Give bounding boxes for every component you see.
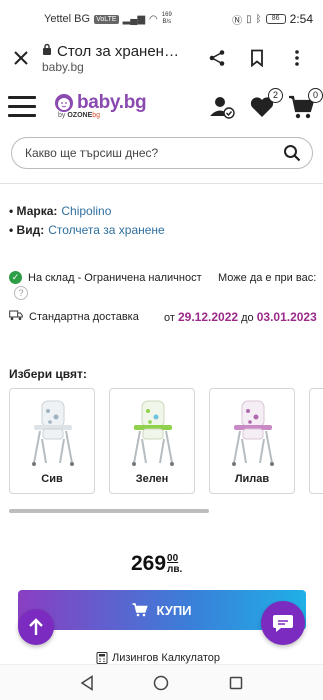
- price-integer: 269: [131, 552, 167, 575]
- price-fraction: 00: [167, 553, 179, 564]
- highchair-green-image: [132, 400, 174, 466]
- back-icon[interactable]: [72, 668, 102, 698]
- lock-icon: [42, 42, 52, 60]
- product-price: 269 00 лв.: [131, 552, 182, 576]
- header-divider: [0, 183, 323, 184]
- chat-icon: [273, 615, 293, 632]
- highchair-grey-image: [32, 400, 74, 466]
- battery-icon: 86: [265, 14, 286, 24]
- color-carousel-scrollbar[interactable]: [9, 509, 209, 513]
- page-url: baby.bg: [42, 60, 84, 74]
- arrow-up-icon: [29, 618, 43, 635]
- spec-brand: • Марка: Chipolino: [9, 204, 111, 218]
- menu-icon[interactable]: [8, 96, 36, 118]
- wishlist-count-badge: 2: [268, 88, 283, 103]
- stock-status-text: На склад - Ограничена наличност: [28, 271, 202, 284]
- baby-face-icon: [55, 94, 73, 112]
- chat-button[interactable]: [261, 601, 305, 645]
- site-header: baby.bg by OZONEbg 2 0: [0, 84, 323, 134]
- leasing-calculator-link[interactable]: Лизингов Калкулатор: [96, 652, 220, 664]
- more-icon[interactable]: [277, 38, 317, 78]
- spec-type-link[interactable]: Столчета за хранене: [48, 223, 165, 237]
- page-title: Стол за хранен…: [57, 42, 179, 60]
- cart-icon[interactable]: 0: [287, 88, 323, 122]
- search-input[interactable]: [25, 146, 282, 160]
- may-be-with-you-text: Може да е при вас:: [218, 271, 317, 284]
- browser-toolbar: Стол за хранен… baby.bg: [0, 38, 323, 78]
- delivery-from-date: 29.12.2022: [177, 310, 239, 324]
- scroll-to-top-button[interactable]: [18, 609, 54, 645]
- leasing-calculator-label: Лизингов Калкулатор: [112, 652, 220, 664]
- delivery-to-date: 03.01.2023: [256, 310, 317, 324]
- cart-count-badge: 0: [308, 88, 323, 103]
- status-bar: Yettel BG VoLTE ▂▄▆ ◠ 169 B/s Ⓝ ▯ ᛒ 86 2:…: [0, 0, 323, 38]
- check-icon: ✓: [9, 271, 22, 284]
- delivery-info: Стандартна доставка от 29.12.2022 до 03.…: [9, 310, 317, 324]
- nfc-icon: Ⓝ: [232, 15, 243, 27]
- vibrate-icon: ▯: [246, 13, 252, 25]
- color-option-green[interactable]: Зелен: [109, 388, 195, 494]
- highchair-purple-image: [232, 400, 274, 466]
- logo-text: baby.bg: [77, 92, 147, 113]
- truck-icon: [9, 310, 23, 324]
- bluetooth-icon: ᛒ: [255, 13, 262, 25]
- site-logo[interactable]: baby.bg by OZONEbg: [54, 92, 147, 119]
- spec-brand-key: • Марка:: [9, 204, 58, 218]
- calculator-icon: [96, 652, 108, 664]
- color-option-label: Сив: [41, 473, 63, 485]
- home-icon[interactable]: [146, 668, 176, 698]
- signal-icon: ▂▄▆: [122, 13, 146, 25]
- network-badge: VoLTE: [94, 14, 119, 24]
- network-speed: 169 B/s: [161, 12, 172, 25]
- clock: 2:54: [289, 12, 313, 26]
- delivery-dates: от 29.12.2022 до 03.01.2023: [164, 310, 317, 324]
- carrier-name: Yettel BG: [44, 13, 91, 25]
- delivery-label: Стандартна доставка: [29, 311, 139, 323]
- spec-brand-link[interactable]: Chipolino: [61, 204, 111, 218]
- share-icon[interactable]: [197, 38, 237, 78]
- recents-icon[interactable]: [221, 668, 251, 698]
- close-icon[interactable]: [0, 38, 42, 78]
- color-heading: Избери цвят:: [9, 367, 87, 381]
- stock-status: ✓ На склад - Ограничена наличност Може д…: [9, 271, 319, 284]
- cart-icon: [132, 603, 149, 617]
- system-nav-bar: [0, 664, 323, 700]
- bookmark-icon[interactable]: [237, 38, 277, 78]
- wishlist-icon[interactable]: 2: [247, 88, 283, 122]
- color-option-label: Лилав: [234, 473, 270, 485]
- search-icon[interactable]: [282, 143, 302, 163]
- color-option-grey[interactable]: Сив: [9, 388, 95, 494]
- spec-type: • Вид: Столчета за хранене: [9, 223, 165, 237]
- wifi-icon: ◠: [149, 13, 158, 25]
- help-icon[interactable]: ?: [14, 286, 28, 300]
- browser-title-area[interactable]: Стол за хранен… baby.bg: [42, 42, 197, 75]
- buy-button-label: КУПИ: [156, 602, 192, 618]
- search-bar: [11, 137, 313, 169]
- price-currency: лв.: [167, 564, 183, 575]
- spec-type-key: • Вид:: [9, 223, 45, 237]
- color-options: Сив Зелен Лилав: [9, 388, 323, 496]
- color-option-purple[interactable]: Лилав: [209, 388, 295, 494]
- color-option-label: Зелен: [135, 473, 169, 485]
- account-icon[interactable]: [207, 92, 237, 122]
- color-option-partial[interactable]: [309, 388, 323, 494]
